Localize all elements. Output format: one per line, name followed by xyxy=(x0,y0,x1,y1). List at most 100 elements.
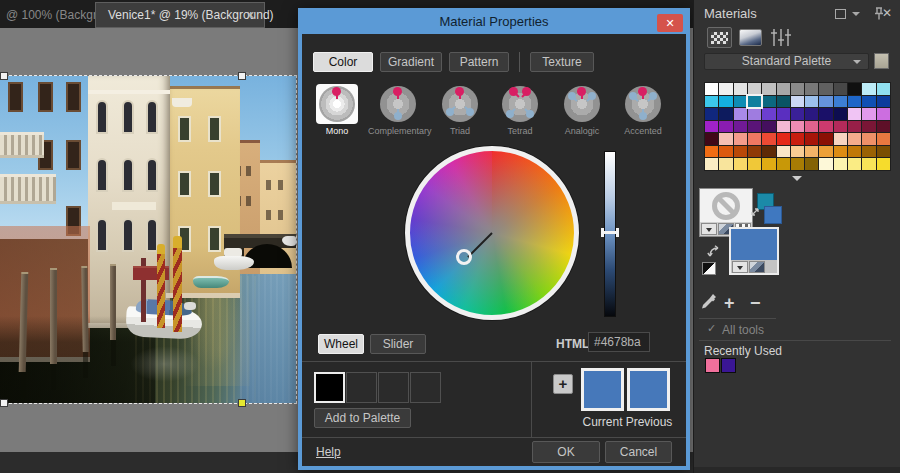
palette-swatch[interactable] xyxy=(819,133,832,145)
palette-swatch[interactable] xyxy=(862,158,875,170)
palette-slot-black[interactable] xyxy=(314,372,345,403)
fg-dropdown-icon[interactable] xyxy=(701,223,717,235)
eyedropper-icon[interactable] xyxy=(701,292,718,311)
palette-swatch[interactable] xyxy=(748,146,761,158)
palette-swatch[interactable] xyxy=(862,108,875,120)
palette-swatch[interactable] xyxy=(877,133,890,145)
palette-swatch[interactable] xyxy=(877,146,890,158)
palette-swatch[interactable] xyxy=(719,146,732,158)
palette-swatch[interactable] xyxy=(819,96,832,108)
palette-swatch[interactable] xyxy=(762,96,775,108)
palette-swatch[interactable] xyxy=(734,108,747,120)
palette-swatch[interactable] xyxy=(777,108,790,120)
palette-swatch[interactable] xyxy=(762,146,775,158)
palette-swatch[interactable] xyxy=(734,121,747,133)
palette-swatch[interactable] xyxy=(862,133,875,145)
palette-swatch[interactable] xyxy=(734,96,747,108)
palette-swatch[interactable] xyxy=(805,158,818,170)
palette-swatch[interactable] xyxy=(748,83,761,95)
palette-swatch[interactable] xyxy=(791,133,804,145)
palette-swatch[interactable] xyxy=(705,146,718,158)
add-color-button[interactable]: + xyxy=(553,374,573,394)
palette-swatch[interactable] xyxy=(791,121,804,133)
palette-swatch[interactable] xyxy=(805,96,818,108)
palette-slot-empty[interactable] xyxy=(410,372,441,403)
recent-color-swatch[interactable] xyxy=(721,358,736,373)
palette-swatch[interactable] xyxy=(719,133,732,145)
palette-swatch[interactable] xyxy=(862,146,875,158)
slider-button[interactable]: Slider xyxy=(370,334,426,354)
palette-swatch[interactable] xyxy=(777,121,790,133)
palette-swatch[interactable] xyxy=(762,108,775,120)
tab-texture[interactable]: Texture xyxy=(530,52,594,72)
palette-swatch[interactable] xyxy=(848,108,861,120)
remove-swatch-button[interactable]: − xyxy=(750,293,761,314)
palette-swatch[interactable] xyxy=(791,83,804,95)
palette-swatch[interactable] xyxy=(748,96,761,108)
palette-swatch[interactable] xyxy=(848,158,861,170)
tab-close-icon[interactable]: ✕ xyxy=(246,3,255,27)
panel-close-icon[interactable]: ✕ xyxy=(882,6,892,20)
palette-swatch[interactable] xyxy=(877,121,890,133)
recent-color-swatch[interactable] xyxy=(705,358,720,373)
palette-swatch[interactable] xyxy=(734,146,747,158)
palette-swatch[interactable] xyxy=(705,96,718,108)
palette-swatch[interactable] xyxy=(877,158,890,170)
background-material-swatch[interactable] xyxy=(729,227,779,275)
black-white-reset-icon[interactable] xyxy=(702,262,716,275)
palette-swatch[interactable] xyxy=(805,133,818,145)
palette-swatch[interactable] xyxy=(819,83,832,95)
tab-color[interactable]: Color xyxy=(313,52,373,72)
palette-swatch[interactable] xyxy=(834,158,847,170)
venice-photo[interactable] xyxy=(0,76,296,403)
add-to-palette-button[interactable]: Add to Palette xyxy=(314,408,411,428)
palette-swatch[interactable] xyxy=(848,83,861,95)
palette-swatch[interactable] xyxy=(719,96,732,108)
palette-swatch[interactable] xyxy=(848,133,861,145)
swap-colors-icon[interactable] xyxy=(750,206,761,217)
palette-swatch[interactable] xyxy=(877,96,890,108)
palette-swatch[interactable] xyxy=(777,146,790,158)
palette-swatch[interactable] xyxy=(748,133,761,145)
harmony-accented[interactable]: Accented xyxy=(613,84,673,136)
sliders-view-button[interactable] xyxy=(770,28,792,47)
palette-swatch[interactable] xyxy=(705,108,718,120)
palette-swatch[interactable] xyxy=(719,121,732,133)
wheel-button[interactable]: Wheel xyxy=(318,334,364,354)
palette-swatch[interactable] xyxy=(705,83,718,95)
harmony-tetrad[interactable]: Tetrad xyxy=(490,84,550,136)
palette-swatch[interactable] xyxy=(762,121,775,133)
palette-swatch[interactable] xyxy=(791,96,804,108)
selection-handle[interactable] xyxy=(238,72,246,80)
palette-swatch[interactable] xyxy=(862,121,875,133)
palette-swatch[interactable] xyxy=(819,146,832,158)
palette-swatch[interactable] xyxy=(719,108,732,120)
palette-swatch[interactable] xyxy=(805,108,818,120)
swap-materials-icon[interactable] xyxy=(707,243,722,259)
palette-swatch[interactable] xyxy=(877,83,890,95)
harmony-complementary[interactable]: Complementary xyxy=(368,84,428,136)
palette-swatch[interactable] xyxy=(848,121,861,133)
palette-dropdown[interactable]: Standard Palette xyxy=(704,53,869,70)
ok-button[interactable]: OK xyxy=(532,441,600,463)
color-wheel[interactable] xyxy=(405,146,579,320)
palette-swatch[interactable] xyxy=(762,83,775,95)
palette-swatch[interactable] xyxy=(791,146,804,158)
palette-swatch[interactable] xyxy=(734,83,747,95)
palette-swatch[interactable] xyxy=(819,121,832,133)
palette-swatch[interactable] xyxy=(834,96,847,108)
palette-swatch[interactable] xyxy=(734,133,747,145)
palette-swatch[interactable] xyxy=(748,158,761,170)
help-link[interactable]: Help xyxy=(316,445,341,459)
harmony-analogic[interactable]: Analogic xyxy=(552,84,612,136)
palette-swatch[interactable] xyxy=(805,83,818,95)
tab-pattern[interactable]: Pattern xyxy=(449,52,509,72)
palette-swatch[interactable] xyxy=(705,121,718,133)
palette-swatch[interactable] xyxy=(791,108,804,120)
document-tab-venice[interactable]: Venice1* @ 19% (Background) ✕ xyxy=(95,2,265,28)
palette-swatch[interactable] xyxy=(748,108,761,120)
palette-swatch[interactable] xyxy=(705,133,718,145)
palette-swatch[interactable] xyxy=(848,146,861,158)
dialog-close-button[interactable]: ✕ xyxy=(657,14,683,32)
palette-grid[interactable] xyxy=(704,82,891,171)
